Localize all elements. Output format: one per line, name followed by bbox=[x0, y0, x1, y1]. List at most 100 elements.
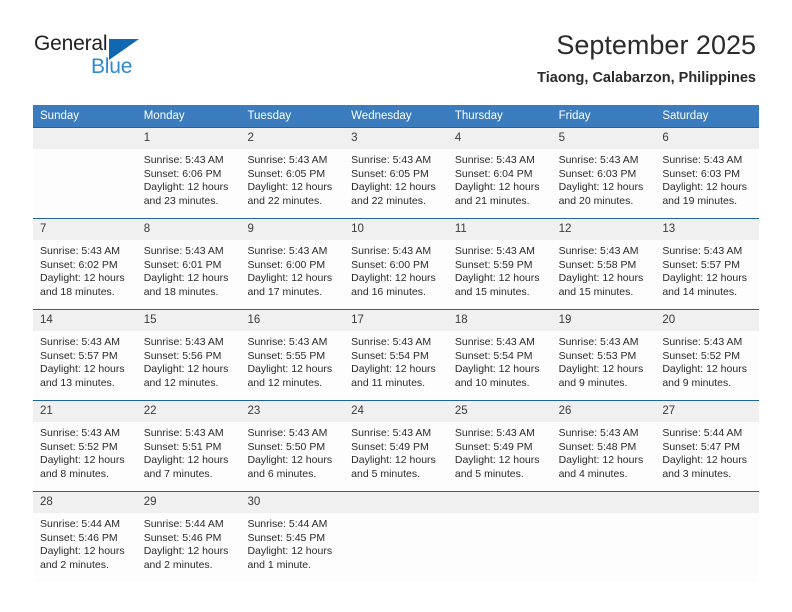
day-cell[interactable]: Sunrise: 5:43 AM Sunset: 5:49 PM Dayligh… bbox=[344, 422, 448, 491]
day-number[interactable]: 4 bbox=[448, 128, 552, 149]
day-number[interactable]: 29 bbox=[137, 492, 241, 513]
day-number[interactable]: 3 bbox=[344, 128, 448, 149]
daylight-text-line2: and 20 minutes. bbox=[558, 195, 634, 208]
day-cell[interactable] bbox=[655, 513, 759, 582]
calendar-week-row: 7 8 9 10 11 12 13 Sunrise: 5:43 AM Sunse… bbox=[33, 218, 759, 309]
sunrise-text: Sunrise: 5:43 AM bbox=[558, 245, 639, 257]
daylight-text-line2: and 17 minutes. bbox=[247, 286, 323, 299]
day-number[interactable]: 12 bbox=[552, 219, 656, 240]
day-number[interactable]: 22 bbox=[137, 401, 241, 422]
daylight-text-line1: Daylight: 12 hours bbox=[143, 363, 229, 376]
sunrise-text: Sunrise: 5:43 AM bbox=[247, 154, 328, 166]
day-cell[interactable]: Sunrise: 5:43 AM Sunset: 5:54 PM Dayligh… bbox=[448, 331, 552, 400]
day-cell[interactable]: Sunrise: 5:43 AM Sunset: 5:57 PM Dayligh… bbox=[33, 331, 137, 400]
day-cell[interactable] bbox=[344, 513, 448, 582]
day-number[interactable]: 18 bbox=[448, 310, 552, 331]
day-number[interactable]: 13 bbox=[655, 219, 759, 240]
daylight-text-line2: and 10 minutes. bbox=[454, 377, 530, 390]
daylight-text-line2: and 22 minutes. bbox=[247, 195, 323, 208]
day-header-saturday: Saturday bbox=[662, 110, 709, 122]
day-cell[interactable] bbox=[552, 513, 656, 582]
day-cell[interactable]: Sunrise: 5:43 AM Sunset: 5:55 PM Dayligh… bbox=[240, 331, 344, 400]
day-number[interactable] bbox=[344, 492, 448, 513]
day-cell[interactable]: Sunrise: 5:43 AM Sunset: 5:50 PM Dayligh… bbox=[240, 422, 344, 491]
daylight-text-line1: Daylight: 12 hours bbox=[351, 272, 436, 285]
day-number[interactable]: 14 bbox=[33, 310, 137, 331]
day-cell[interactable]: Sunrise: 5:44 AM Sunset: 5:47 PM Dayligh… bbox=[655, 422, 759, 491]
day-cell[interactable]: Sunrise: 5:43 AM Sunset: 6:05 PM Dayligh… bbox=[240, 149, 344, 218]
sunset-text: Sunset: 5:54 PM bbox=[351, 349, 429, 362]
logo-text-general: General bbox=[34, 32, 108, 55]
sunrise-text: Sunrise: 5:44 AM bbox=[143, 518, 224, 530]
day-number[interactable]: 1 bbox=[137, 128, 241, 149]
day-cell[interactable]: Sunrise: 5:43 AM Sunset: 6:06 PM Dayligh… bbox=[137, 149, 241, 218]
day-number[interactable]: 5 bbox=[552, 128, 656, 149]
day-number[interactable]: 17 bbox=[344, 310, 448, 331]
day-cell[interactable]: Sunrise: 5:44 AM Sunset: 5:46 PM Dayligh… bbox=[137, 513, 241, 582]
day-cell[interactable]: Sunrise: 5:43 AM Sunset: 5:54 PM Dayligh… bbox=[344, 331, 448, 400]
day-cell[interactable]: Sunrise: 5:43 AM Sunset: 6:04 PM Dayligh… bbox=[448, 149, 552, 218]
week-day-number-band: 21 22 23 24 25 26 27 bbox=[33, 401, 759, 422]
sunset-text: Sunset: 5:58 PM bbox=[558, 258, 637, 271]
day-cell[interactable]: Sunrise: 5:43 AM Sunset: 6:03 PM Dayligh… bbox=[552, 149, 656, 218]
day-cell[interactable] bbox=[448, 513, 552, 582]
day-cell[interactable]: Sunrise: 5:43 AM Sunset: 6:03 PM Dayligh… bbox=[655, 149, 759, 218]
day-number[interactable]: 10 bbox=[344, 219, 448, 240]
day-cell[interactable]: Sunrise: 5:43 AM Sunset: 6:00 PM Dayligh… bbox=[344, 240, 448, 309]
day-cell[interactable]: Sunrise: 5:43 AM Sunset: 6:05 PM Dayligh… bbox=[344, 149, 448, 218]
day-number[interactable]: 25 bbox=[448, 401, 552, 422]
day-number[interactable]: 2 bbox=[240, 128, 344, 149]
day-cell[interactable]: Sunrise: 5:43 AM Sunset: 5:49 PM Dayligh… bbox=[448, 422, 552, 491]
day-number[interactable] bbox=[655, 492, 759, 513]
sunset-text: Sunset: 6:02 PM bbox=[40, 258, 118, 271]
day-number[interactable] bbox=[33, 128, 137, 149]
day-number[interactable]: 11 bbox=[448, 219, 552, 240]
day-number[interactable]: 28 bbox=[33, 492, 137, 513]
daylight-text-line2: and 12 minutes. bbox=[143, 377, 219, 390]
day-number[interactable]: 15 bbox=[137, 310, 241, 331]
day-number[interactable] bbox=[448, 492, 552, 513]
daylight-text-line2: and 15 minutes. bbox=[558, 286, 634, 299]
general-blue-logo[interactable]: General Blue bbox=[34, 32, 194, 84]
day-number[interactable]: 6 bbox=[655, 128, 759, 149]
day-number[interactable]: 30 bbox=[240, 492, 344, 513]
day-number[interactable]: 8 bbox=[137, 219, 241, 240]
day-cell[interactable]: Sunrise: 5:43 AM Sunset: 5:51 PM Dayligh… bbox=[137, 422, 241, 491]
day-cell[interactable]: Sunrise: 5:43 AM Sunset: 5:53 PM Dayligh… bbox=[552, 331, 656, 400]
day-number[interactable]: 27 bbox=[655, 401, 759, 422]
day-number[interactable]: 23 bbox=[240, 401, 344, 422]
day-cell[interactable]: Sunrise: 5:44 AM Sunset: 5:46 PM Dayligh… bbox=[33, 513, 137, 582]
day-cell[interactable]: Sunrise: 5:44 AM Sunset: 5:45 PM Dayligh… bbox=[240, 513, 344, 582]
day-number[interactable]: 19 bbox=[552, 310, 656, 331]
day-cell[interactable]: Sunrise: 5:43 AM Sunset: 5:52 PM Dayligh… bbox=[655, 331, 759, 400]
day-cell[interactable]: Sunrise: 5:43 AM Sunset: 5:48 PM Dayligh… bbox=[552, 422, 656, 491]
sunrise-text: Sunrise: 5:43 AM bbox=[247, 245, 328, 257]
day-cell[interactable]: Sunrise: 5:43 AM Sunset: 5:57 PM Dayligh… bbox=[655, 240, 759, 309]
daylight-text-line2: and 15 minutes. bbox=[454, 286, 530, 299]
day-number[interactable]: 26 bbox=[552, 401, 656, 422]
week-day-number-band: 14 15 16 17 18 19 20 bbox=[33, 310, 759, 331]
day-cell[interactable]: Sunrise: 5:43 AM Sunset: 5:52 PM Dayligh… bbox=[33, 422, 137, 491]
calendar-week-row: 28 29 30 Sunrise: 5:44 AM Sunset: 5:46 P… bbox=[33, 491, 759, 582]
daylight-text-line1: Daylight: 12 hours bbox=[40, 363, 125, 376]
sunset-text: Sunset: 6:04 PM bbox=[454, 167, 533, 180]
day-number[interactable] bbox=[552, 492, 656, 513]
day-cell[interactable]: Sunrise: 5:43 AM Sunset: 5:58 PM Dayligh… bbox=[552, 240, 656, 309]
day-number[interactable]: 21 bbox=[33, 401, 137, 422]
day-number[interactable]: 24 bbox=[344, 401, 448, 422]
day-cell[interactable] bbox=[33, 149, 137, 218]
sunrise-text: Sunrise: 5:43 AM bbox=[454, 154, 535, 166]
day-cell[interactable]: Sunrise: 5:43 AM Sunset: 6:01 PM Dayligh… bbox=[137, 240, 241, 309]
day-cell[interactable]: Sunrise: 5:43 AM Sunset: 5:59 PM Dayligh… bbox=[448, 240, 552, 309]
day-number[interactable]: 20 bbox=[655, 310, 759, 331]
daylight-text-line2: and 23 minutes. bbox=[143, 195, 219, 208]
day-cell[interactable]: Sunrise: 5:43 AM Sunset: 6:02 PM Dayligh… bbox=[33, 240, 137, 309]
day-number[interactable]: 9 bbox=[240, 219, 344, 240]
daylight-text-line1: Daylight: 12 hours bbox=[662, 454, 747, 467]
day-cell[interactable]: Sunrise: 5:43 AM Sunset: 5:56 PM Dayligh… bbox=[137, 331, 241, 400]
day-cell[interactable]: Sunrise: 5:43 AM Sunset: 6:00 PM Dayligh… bbox=[240, 240, 344, 309]
day-number[interactable]: 7 bbox=[33, 219, 137, 240]
sunrise-text: Sunrise: 5:43 AM bbox=[454, 427, 535, 439]
day-number[interactable]: 16 bbox=[240, 310, 344, 331]
daylight-text-line1: Daylight: 12 hours bbox=[143, 181, 229, 194]
